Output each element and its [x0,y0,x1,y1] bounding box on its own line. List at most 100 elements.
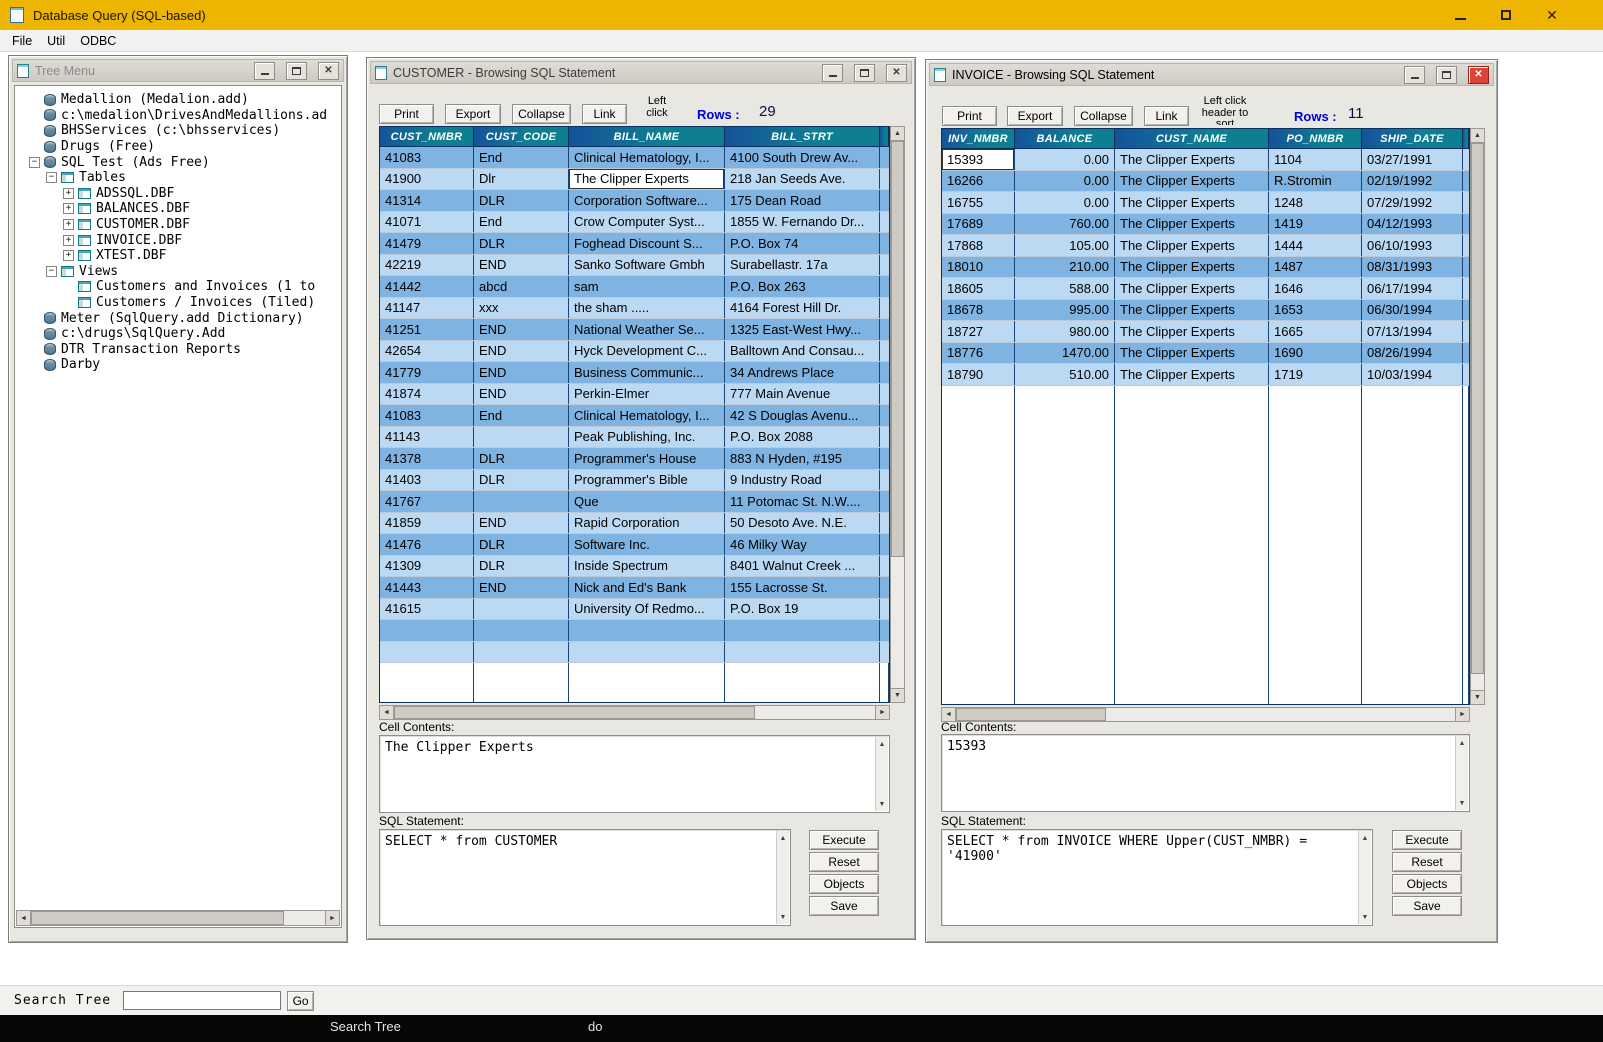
table-cell[interactable]: 18010 [942,257,1015,278]
sql-statement-text[interactable]: SELECT * from INVOICE WHERE Upper(CUST_N… [947,834,1355,922]
tree-item[interactable]: +BALANCES.DBF [15,201,341,217]
table-cell[interactable] [880,534,890,555]
table-cell[interactable] [1463,149,1470,170]
tree-item[interactable]: Medallion (Medalion.add) [15,92,341,108]
table-cell[interactable]: End [474,212,569,233]
scrollbar-track[interactable] [891,141,904,688]
table-cell[interactable]: 1248 [1269,192,1362,213]
table-cell[interactable]: 11 Potomac St. N.W.... [725,491,880,512]
table-cell[interactable]: END [474,319,569,340]
link-button[interactable]: Link [1144,106,1189,126]
expand-icon[interactable]: + [63,235,74,246]
table-cell[interactable]: 510.00 [1015,364,1115,385]
tree-item[interactable]: +CUSTOMER.DBF [15,217,341,233]
table-cell[interactable]: End [474,147,569,168]
grid-horizontal-scrollbar[interactable]: ◄ ► [379,705,890,720]
table-cell[interactable]: 1470.00 [1015,343,1115,364]
table-cell[interactable]: Inside Spectrum [569,556,725,577]
table-cell[interactable]: sam [569,276,725,297]
invoice-window-titlebar[interactable]: INVOICE - Browsing SQL Statement ✕ [929,63,1494,86]
tree-item[interactable]: Customers / Invoices (Tiled) [15,295,341,311]
table-cell[interactable]: 41071 [380,212,474,233]
table-cell[interactable] [1463,364,1470,385]
table-cell[interactable]: DLR [474,448,569,469]
scroll-up-icon[interactable]: ▲ [876,738,888,750]
table-cell[interactable]: END [474,362,569,383]
table-cell[interactable]: Clinical Hematology, I... [569,147,725,168]
table-cell[interactable]: 15393 [942,149,1015,170]
export-button[interactable]: Export [445,104,501,124]
button-objects[interactable]: Objects [1392,874,1462,894]
table-cell[interactable] [880,319,890,340]
table-cell[interactable]: Peak Publishing, Inc. [569,427,725,448]
table-cell[interactable]: 1646 [1269,278,1362,299]
table-cell[interactable] [474,599,569,620]
window-close-button[interactable]: ✕ [886,64,907,82]
table-cell[interactable]: 42219 [380,255,474,276]
table-cell[interactable]: 1665 [1269,321,1362,342]
window-minimize-button[interactable] [1404,66,1425,84]
button-reset[interactable]: Reset [809,852,879,872]
table-cell[interactable] [380,642,474,663]
table-cell[interactable]: 41083 [380,147,474,168]
window-maximize-button[interactable] [286,62,307,80]
table-cell[interactable]: Perkin-Elmer [569,384,725,405]
collapse-button[interactable]: Collapse [1074,106,1133,126]
table-cell[interactable]: DLR [474,233,569,254]
table-cell[interactable] [880,513,890,534]
scroll-right-icon[interactable]: ► [325,911,339,925]
scroll-down-icon[interactable]: ▼ [891,688,904,702]
table-cell[interactable] [1463,343,1470,364]
tree-item[interactable]: +ADSSQL.DBF [15,186,341,202]
table-cell[interactable]: 18727 [942,321,1015,342]
table-cell[interactable]: Que [569,491,725,512]
scroll-up-icon[interactable]: ▲ [1471,129,1484,143]
scroll-up-icon[interactable]: ▲ [891,127,904,141]
column-header[interactable] [880,127,889,147]
table-cell[interactable]: 41859 [380,513,474,534]
table-cell[interactable]: Programmer's Bible [569,470,725,491]
tree-item[interactable]: −SQL Test (Ads Free) [15,154,341,170]
table-cell[interactable]: DLR [474,190,569,211]
table-cell[interactable]: 105.00 [1015,235,1115,256]
table-cell[interactable]: P.O. Box 74 [725,233,880,254]
button-objects[interactable]: Objects [809,874,879,894]
tree-item[interactable]: DTR Transaction Reports [15,342,341,358]
table-cell[interactable]: 41767 [380,491,474,512]
table-cell[interactable]: 03/27/1991 [1362,149,1463,170]
sql-statement-text[interactable]: SELECT * from CUSTOMER [385,834,773,922]
table-cell[interactable]: 18678 [942,300,1015,321]
table-cell[interactable]: P.O. Box 2088 [725,427,880,448]
scroll-right-icon[interactable]: ► [875,706,889,719]
table-cell[interactable]: End [474,405,569,426]
table-cell[interactable]: The Clipper Experts [1115,321,1269,342]
scroll-left-icon[interactable]: ◄ [17,911,31,925]
table-cell[interactable]: The Clipper Experts [1115,278,1269,299]
window-maximize-button[interactable] [854,64,875,82]
table-cell[interactable] [725,642,880,663]
table-cell[interactable]: 02/19/1992 [1362,171,1463,192]
expand-icon[interactable]: + [63,203,74,214]
expand-icon[interactable]: + [63,188,74,199]
table-cell[interactable]: 41143 [380,427,474,448]
scrollbar-track[interactable] [31,911,325,925]
table-cell[interactable]: DLR [474,534,569,555]
collapse-button[interactable]: Collapse [512,104,571,124]
table-cell[interactable] [880,620,890,641]
table-cell[interactable] [880,362,890,383]
tree-horizontal-scrollbar[interactable]: ◄ ► [16,910,340,926]
scrollbar-thumb[interactable] [891,141,904,557]
scrollbar-thumb[interactable] [1471,143,1484,674]
window-minimize-button[interactable] [822,64,843,82]
table-cell[interactable]: 1719 [1269,364,1362,385]
table-cell[interactable]: 4164 Forest Hill Dr. [725,298,880,319]
column-header[interactable]: BILL_STRT [725,127,880,147]
export-button[interactable]: Export [1007,106,1063,126]
textbox-scrollbar[interactable]: ▲ ▼ [1455,736,1468,810]
table-cell[interactable]: 1855 W. Fernando Dr... [725,212,880,233]
table-cell[interactable]: 42 S Douglas Avenu... [725,405,880,426]
table-cell[interactable]: The Clipper Experts [1115,235,1269,256]
table-cell[interactable]: University Of Redmo... [569,599,725,620]
table-cell[interactable]: 1419 [1269,214,1362,235]
tree-item[interactable]: Meter (SqlQuery.add Dictionary) [15,310,341,326]
